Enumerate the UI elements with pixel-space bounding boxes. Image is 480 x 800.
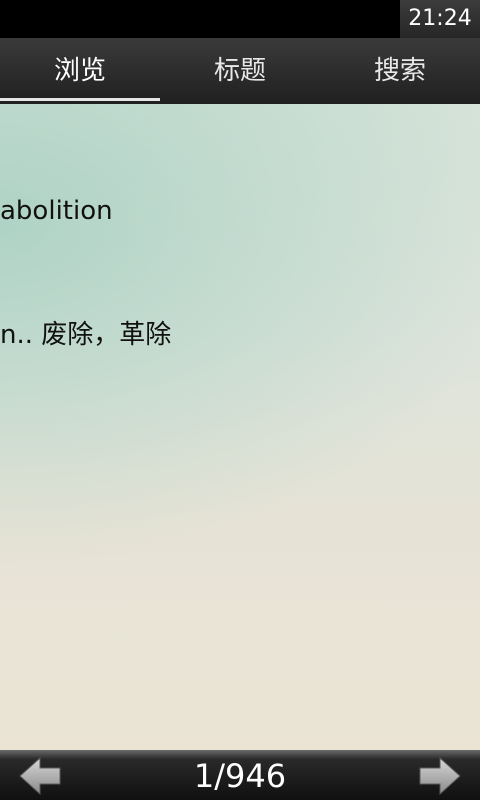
tab-search-label: 搜索 xyxy=(373,56,426,86)
left-arrow-icon xyxy=(19,756,61,796)
entry-content: abolition n.. 废除，革除 xyxy=(0,104,480,750)
tab-browse[interactable]: 浏览 xyxy=(0,38,160,104)
entry-definition: n.. 废除，革除 xyxy=(0,320,172,350)
page-indicator: 1/946 xyxy=(193,757,287,795)
pager-bar: 1/946 xyxy=(0,750,480,800)
prev-page-button[interactable] xyxy=(18,754,64,798)
entry-word: abolition xyxy=(0,196,113,226)
status-bar: 21:24 xyxy=(0,0,480,38)
tab-search[interactable]: 搜索 xyxy=(320,38,480,104)
tab-titles-label: 标题 xyxy=(213,56,266,86)
right-arrow-icon xyxy=(419,756,461,796)
tab-titles[interactable]: 标题 xyxy=(160,38,320,104)
tab-bar: 浏览 标题 搜索 xyxy=(0,38,480,104)
active-tab-indicator xyxy=(0,98,160,101)
next-page-button[interactable] xyxy=(416,754,462,798)
app-screen: 21:24 浏览 标题 搜索 abolition n.. 废除，革除 1/946 xyxy=(0,0,480,800)
status-clock: 21:24 xyxy=(400,0,480,38)
tab-browse-label: 浏览 xyxy=(53,56,106,86)
